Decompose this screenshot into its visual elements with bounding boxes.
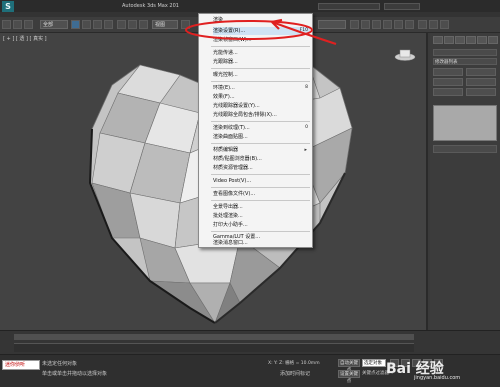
coordinate-display: X: Y: Z: 栅格 = 10.0mm xyxy=(268,361,320,366)
window-title: Autodesk 3ds Max 201 xyxy=(122,3,179,9)
mod-button-2[interactable] xyxy=(466,68,496,76)
align-icon[interactable] xyxy=(361,20,370,29)
mod-button-5[interactable] xyxy=(433,88,463,96)
set-key-button[interactable]: 设置关键点 xyxy=(338,370,360,384)
render-icon[interactable] xyxy=(440,20,449,29)
baidu-watermark-url: jingyan.baidu.com xyxy=(414,375,461,381)
pivot-icon[interactable] xyxy=(181,20,190,29)
menu-separator xyxy=(211,121,310,122)
menu-item-render-to-texture[interactable]: 渲染到纹理(T)... 0 xyxy=(213,124,310,132)
modifier-list-label: 修改器列表 xyxy=(435,60,458,65)
menu-separator xyxy=(211,174,310,175)
menu-separator xyxy=(211,143,310,144)
mod-button-6[interactable] xyxy=(466,88,496,96)
help-search-input[interactable] xyxy=(384,3,420,10)
material-editor-icon[interactable] xyxy=(405,20,414,29)
menu-item-raytracer-settings[interactable]: 光线跟踪器设置(Y)... xyxy=(213,102,310,110)
search-input[interactable] xyxy=(318,3,380,10)
move-icon[interactable] xyxy=(117,20,126,29)
menu-item-panorama-exporter[interactable]: 全景导出器... xyxy=(213,203,310,211)
window-crossing-icon[interactable] xyxy=(104,20,113,29)
submenu-arrow-icon: ▸ xyxy=(304,147,307,153)
selection-filter-dropdown[interactable]: 全部 xyxy=(40,20,68,29)
menu-item-render-message-window[interactable]: 渲染消息窗口... xyxy=(213,240,310,247)
menu-item-batch-render[interactable]: 批处理渲染... xyxy=(213,212,310,220)
track-bar[interactable] xyxy=(14,343,414,352)
menu-separator xyxy=(211,187,310,188)
link-icon[interactable] xyxy=(24,20,33,29)
utilities-tab[interactable] xyxy=(488,36,498,44)
object-name-field[interactable] xyxy=(433,49,497,56)
menu-item-exposure-control[interactable]: 曝光控制... xyxy=(213,71,310,79)
menu-item-material-map-browser[interactable]: 材质/贴图浏览器(B)... xyxy=(213,155,310,163)
status-prompt: 未选定任何对象 xyxy=(42,361,78,367)
hierarchy-tab[interactable] xyxy=(455,36,465,44)
timeline xyxy=(0,330,500,354)
rotate-icon[interactable] xyxy=(128,20,137,29)
stack-controls[interactable] xyxy=(433,145,497,153)
named-selection-dropdown[interactable] xyxy=(318,20,346,29)
menu-separator xyxy=(211,46,310,47)
status-prompt-hint: 单击或单击并拖动以选择对象 xyxy=(42,371,108,377)
menu-item-render-surface-map[interactable]: 渲染曲面贴图... xyxy=(213,133,310,141)
schematic-icon[interactable] xyxy=(394,20,403,29)
mirror-icon[interactable] xyxy=(350,20,359,29)
menu-item-rendered-frame-window[interactable]: 渲染帧窗口(W)... xyxy=(213,36,310,44)
select-by-name-icon[interactable] xyxy=(82,20,91,29)
key-mode-dropdown[interactable]: 选定对象 xyxy=(362,359,386,367)
title-bar: S Autodesk 3ds Max 201 xyxy=(0,0,500,12)
mod-button-3[interactable] xyxy=(433,78,463,86)
menu-item-material-explorer[interactable]: 材质资源管理器... xyxy=(213,164,310,172)
maxscript-listener-field[interactable]: 迷你侦听 xyxy=(2,360,40,370)
mod-button-4[interactable] xyxy=(466,78,496,86)
reference-coord-dropdown[interactable]: 视图 xyxy=(152,20,178,29)
motion-tab[interactable] xyxy=(466,36,476,44)
curve-editor-icon[interactable] xyxy=(383,20,392,29)
modifier-stack[interactable] xyxy=(433,105,497,141)
menu-item-render-setup[interactable]: 渲染设置(R)... F10 xyxy=(213,27,310,35)
viewcube-icon[interactable] xyxy=(394,49,416,61)
command-panel: 修改器列表 xyxy=(430,33,500,330)
menu-item-radiosity[interactable]: 光能传递... xyxy=(213,49,310,57)
menu-item-material-editor[interactable]: 材质编辑器 ▸ xyxy=(213,146,310,154)
menu-item-render[interactable]: 渲染 xyxy=(213,16,310,24)
select-object-icon[interactable] xyxy=(71,20,80,29)
time-slider[interactable] xyxy=(14,334,414,340)
modifier-list-dropdown[interactable]: 修改器列表 xyxy=(433,58,497,65)
menu-separator xyxy=(211,200,310,201)
rendering-menu: 渲染 渲染设置(R)... F10 渲染帧窗口(W)... 光能传递... 光跟踪… xyxy=(198,13,313,248)
menu-separator xyxy=(211,81,310,82)
auto-key-button[interactable]: 自动关键点 xyxy=(338,359,360,373)
menu-separator xyxy=(211,68,310,69)
add-time-tag[interactable]: 添加时间标记 xyxy=(280,370,310,377)
mod-button-1[interactable] xyxy=(433,68,463,76)
render-setup-icon[interactable] xyxy=(418,20,427,29)
render-frame-icon[interactable] xyxy=(429,20,438,29)
rect-selection-icon[interactable] xyxy=(93,20,102,29)
undo-icon[interactable] xyxy=(2,20,11,29)
menu-item-environment[interactable]: 环境(E)... 8 xyxy=(213,84,310,92)
redo-icon[interactable] xyxy=(13,20,22,29)
app-logo-icon[interactable]: S xyxy=(2,1,14,12)
menu-item-light-tracer[interactable]: 光跟踪器... xyxy=(213,58,310,66)
display-tab[interactable] xyxy=(477,36,487,44)
modify-tab[interactable] xyxy=(444,36,454,44)
layer-icon[interactable] xyxy=(372,20,381,29)
menu-item-view-image-file[interactable]: 查看图像文件(V)... xyxy=(213,190,310,198)
create-tab[interactable] xyxy=(433,36,443,44)
menu-item-raytrace-include-exclude[interactable]: 光线跟踪全局包含/排除(X)... xyxy=(213,111,310,119)
menu-item-video-post[interactable]: Video Post(V)... xyxy=(213,177,310,185)
scale-icon[interactable] xyxy=(139,20,148,29)
menu-separator xyxy=(211,231,310,232)
menu-item-effects[interactable]: 效果(F)... xyxy=(213,93,310,101)
menu-item-print-size-assistant[interactable]: 打印大小助手... xyxy=(213,221,310,229)
